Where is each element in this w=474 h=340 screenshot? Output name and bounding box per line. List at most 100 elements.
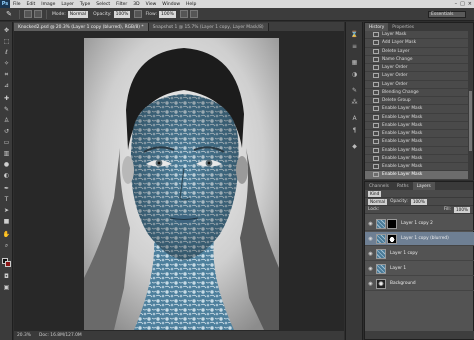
- zoom-level[interactable]: 20.3%: [17, 333, 31, 338]
- canvas-area[interactable]: [14, 31, 344, 331]
- history-state[interactable]: Enable Layer Mask: [365, 147, 469, 155]
- workspace-switcher[interactable]: Essentials: [428, 11, 466, 18]
- menu-file[interactable]: File: [10, 2, 24, 7]
- brush-tool-icon[interactable]: ✎: [2, 105, 11, 114]
- history-panel-icon[interactable]: ⌛: [350, 30, 359, 38]
- history-brush-tool-icon[interactable]: ↺: [2, 127, 11, 136]
- document-tab-snapshot[interactable]: Snapshot 1 @ 15.7% (Layer 1 copy, Layer …: [148, 23, 269, 31]
- layer-kind-filter[interactable]: Kind: [368, 190, 382, 197]
- opacity-field[interactable]: 100%: [113, 10, 131, 18]
- maximize-button[interactable]: □: [460, 1, 465, 7]
- fill-field[interactable]: 100%: [454, 206, 470, 213]
- menu-help[interactable]: Help: [183, 2, 199, 7]
- character-panel-icon[interactable]: A: [350, 114, 359, 122]
- history-state[interactable]: Enable Layer Mask: [365, 171, 469, 180]
- background-color-swatch[interactable]: [5, 261, 11, 267]
- menu-3d[interactable]: 3D: [130, 2, 142, 7]
- path-select-tool-icon[interactable]: ➤: [2, 206, 11, 215]
- gradient-tool-icon[interactable]: ▥: [2, 149, 11, 158]
- eraser-tool-icon[interactable]: ▭: [2, 138, 11, 147]
- shape-tool-icon[interactable]: ■: [2, 217, 11, 226]
- type-tool-icon[interactable]: T: [2, 195, 11, 204]
- history-state[interactable]: Blending Change: [365, 89, 469, 97]
- styles-panel-icon[interactable]: ◆: [350, 142, 359, 150]
- layer-opacity-field[interactable]: 100%: [410, 198, 427, 205]
- pressure-opacity-icon[interactable]: [134, 10, 143, 18]
- visibility-eye-icon[interactable]: ◉: [367, 221, 374, 227]
- history-state[interactable]: Layer Mask: [365, 31, 469, 40]
- document-image[interactable]: [84, 38, 279, 330]
- history-state[interactable]: Layer Order: [365, 64, 469, 73]
- dodge-tool-icon[interactable]: ◐: [2, 171, 11, 180]
- history-state[interactable]: Enable Layer Mask: [365, 130, 469, 139]
- brush-tool-preset-icon[interactable]: ✎: [2, 9, 16, 19]
- minimize-button[interactable]: –: [455, 1, 458, 7]
- tab-channels[interactable]: Channels: [365, 182, 393, 190]
- brush-panel-icon[interactable]: ✎: [350, 86, 359, 94]
- history-state[interactable]: Delete Layer: [365, 48, 469, 56]
- brush-presets-panel-icon[interactable]: ⁂: [350, 98, 359, 106]
- pressure-size-icon[interactable]: [189, 10, 198, 18]
- menu-edit[interactable]: Edit: [24, 2, 39, 7]
- history-state[interactable]: Enable Layer Mask: [365, 163, 469, 172]
- history-state[interactable]: Name Change: [365, 56, 469, 64]
- layer-row[interactable]: ◉ Background: [365, 277, 474, 291]
- brush-size-picker-icon[interactable]: [24, 10, 32, 18]
- layer-row[interactable]: ◉ Layer 1: [365, 262, 474, 276]
- brush-panel-toggle-icon[interactable]: [34, 10, 42, 18]
- paragraph-panel-icon[interactable]: ¶: [350, 126, 359, 134]
- history-state[interactable]: Delete Group: [365, 97, 469, 106]
- layer-mask-thumbnail[interactable]: [387, 218, 397, 229]
- history-state[interactable]: Enable Layer Mask: [365, 114, 469, 122]
- menu-layer[interactable]: Layer: [58, 2, 77, 7]
- layer-row[interactable]: ◉ Layer 1 copy: [365, 247, 474, 261]
- visibility-eye-icon[interactable]: ◉: [367, 236, 374, 242]
- history-state[interactable]: Enable Layer Mask: [365, 122, 469, 130]
- history-state[interactable]: Layer Order: [365, 81, 469, 89]
- menu-type[interactable]: Type: [77, 2, 93, 7]
- menu-filter[interactable]: Filter: [113, 2, 130, 7]
- lasso-tool-icon[interactable]: ℓ: [2, 48, 11, 57]
- layer-row[interactable]: ◉ Layer 1 copy 2: [365, 217, 474, 231]
- adjustments-panel-icon[interactable]: ◑: [350, 70, 359, 78]
- history-scrollbar[interactable]: [468, 31, 473, 180]
- move-tool-icon[interactable]: ✥: [2, 26, 11, 35]
- history-state[interactable]: Enable Layer Mask: [365, 138, 469, 147]
- layer-row[interactable]: ◉ Layer 1 copy (blurred): [365, 232, 474, 246]
- crop-tool-icon[interactable]: ⌗: [2, 70, 11, 79]
- flow-field[interactable]: 100%: [159, 10, 176, 18]
- quick-mask-icon[interactable]: ◘: [2, 272, 11, 281]
- pen-tool-icon[interactable]: ✒: [2, 184, 11, 193]
- history-state[interactable]: Add Layer Mask: [365, 39, 469, 48]
- hand-tool-icon[interactable]: ✋: [2, 230, 11, 239]
- airbrush-icon[interactable]: [179, 10, 188, 18]
- properties-panel-icon[interactable]: ≡: [350, 42, 359, 50]
- visibility-eye-icon[interactable]: ◉: [367, 281, 374, 287]
- history-state[interactable]: Layer Order: [365, 72, 469, 81]
- close-button[interactable]: ×: [468, 1, 472, 7]
- menu-image[interactable]: Image: [38, 2, 58, 7]
- menu-select[interactable]: Select: [93, 2, 113, 7]
- zoom-tool-icon[interactable]: ⌕: [2, 241, 11, 250]
- history-state[interactable]: Enable Layer Mask: [365, 155, 469, 163]
- visibility-eye-icon[interactable]: ◉: [367, 251, 374, 257]
- marquee-tool-icon[interactable]: ⬚: [2, 37, 11, 46]
- tab-layers[interactable]: Layers: [412, 182, 435, 190]
- clone-stamp-tool-icon[interactable]: ♙: [2, 116, 11, 125]
- tab-history[interactable]: History: [365, 23, 389, 31]
- document-tab-active[interactable]: Knocked2.psd @ 20.3% (Layer 1 copy (blur…: [14, 23, 149, 31]
- blur-tool-icon[interactable]: ●: [2, 160, 11, 169]
- quick-select-tool-icon[interactable]: ✧: [2, 59, 11, 68]
- history-state[interactable]: Enable Layer Mask: [365, 105, 469, 114]
- swatches-panel-icon[interactable]: ▦: [350, 58, 359, 66]
- blend-mode-select[interactable]: Normal: [368, 198, 388, 205]
- healing-brush-tool-icon[interactable]: ✚: [2, 94, 11, 103]
- visibility-eye-icon[interactable]: ◉: [367, 266, 374, 272]
- layer-mask-thumbnail[interactable]: [387, 233, 397, 244]
- screen-mode-icon[interactable]: ▣: [2, 283, 11, 292]
- mode-select[interactable]: Normal: [67, 10, 89, 18]
- eyedropper-tool-icon[interactable]: ⊿: [2, 81, 11, 90]
- tab-paths[interactable]: Paths: [393, 182, 413, 190]
- history-scroll-thumb[interactable]: [469, 91, 472, 151]
- menu-window[interactable]: Window: [159, 2, 183, 7]
